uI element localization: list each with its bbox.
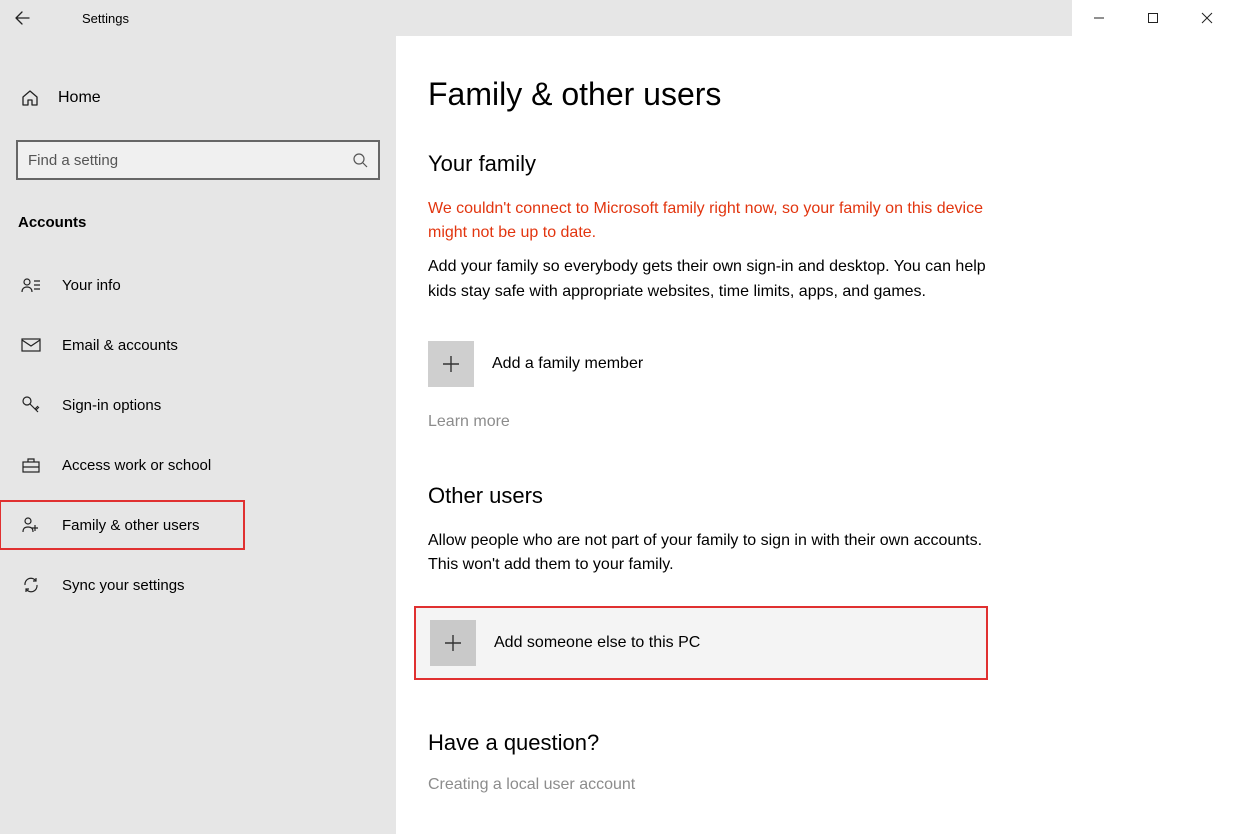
family-description: Add your family so everybody gets their … <box>428 255 998 305</box>
page-title: Family & other users <box>428 76 1234 113</box>
family-error-text: We couldn't connect to Microsoft family … <box>428 197 998 245</box>
nav-item-email-accounts[interactable]: Email & accounts <box>16 321 380 369</box>
titlebar: Settings <box>0 0 1234 36</box>
plus-icon <box>428 341 474 387</box>
nav-label: Family & other users <box>62 517 200 534</box>
people-icon <box>20 516 42 534</box>
add-someone-label: Add someone else to this PC <box>494 634 700 652</box>
nav-item-signin-options[interactable]: Sign-in options <box>16 381 380 429</box>
help-link[interactable]: Creating a local user account <box>428 776 998 794</box>
back-button[interactable] <box>0 0 44 36</box>
nav-item-your-info[interactable]: Your info <box>16 261 380 309</box>
home-button[interactable]: Home <box>16 76 380 120</box>
learn-more-link[interactable]: Learn more <box>428 413 998 431</box>
key-icon <box>20 395 42 415</box>
question-heading: Have a question? <box>428 730 998 756</box>
nav-label: Sign-in options <box>62 397 161 414</box>
window-title: Settings <box>82 11 129 26</box>
nav-item-sync-settings[interactable]: Sync your settings <box>16 561 380 609</box>
close-button[interactable] <box>1180 0 1234 36</box>
home-icon <box>20 88 40 108</box>
other-users-description: Allow people who are not part of your fa… <box>428 529 998 579</box>
close-icon <box>1201 12 1213 24</box>
user-card-icon <box>20 276 42 294</box>
email-icon <box>20 337 42 353</box>
nav-label: Your info <box>62 277 121 294</box>
briefcase-icon <box>20 456 42 474</box>
nav-label: Access work or school <box>62 457 211 474</box>
your-family-heading: Your family <box>428 151 998 177</box>
add-someone-else-button[interactable]: Add someone else to this PC <box>414 606 988 680</box>
search-input[interactable] <box>28 152 352 169</box>
window-controls <box>1072 0 1234 36</box>
nav-item-access-work[interactable]: Access work or school <box>16 441 380 489</box>
minimize-button[interactable] <box>1072 0 1126 36</box>
home-label: Home <box>58 89 101 107</box>
section-heading: Accounts <box>16 214 380 231</box>
add-family-label: Add a family member <box>492 355 643 373</box>
search-box[interactable] <box>16 140 380 180</box>
nav-label: Sync your settings <box>62 577 185 594</box>
nav-item-family-users[interactable]: Family & other users <box>0 501 244 549</box>
nav-label: Email & accounts <box>62 337 178 354</box>
add-family-member-button[interactable]: Add a family member <box>428 333 998 395</box>
other-users-heading: Other users <box>428 483 998 509</box>
maximize-button[interactable] <box>1126 0 1180 36</box>
arrow-left-icon <box>14 10 30 26</box>
search-icon <box>352 152 368 168</box>
maximize-icon <box>1147 12 1159 24</box>
plus-icon <box>430 620 476 666</box>
content-area: Family & other users Your family We coul… <box>396 36 1234 834</box>
sidebar: Home Accounts Your info Email & acco <box>0 36 396 834</box>
sync-icon <box>20 575 42 595</box>
minimize-icon <box>1093 12 1105 24</box>
